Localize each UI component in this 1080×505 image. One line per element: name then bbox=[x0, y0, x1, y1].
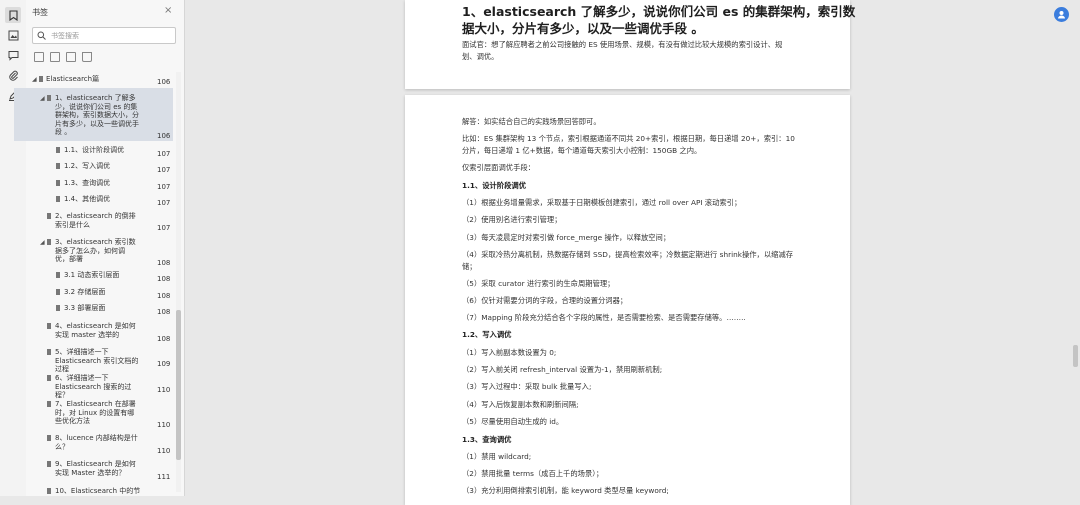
body-text: （2）写入前关闭 refresh_interval 设置为-1，禁用刷新机制; bbox=[462, 365, 663, 374]
search-icon bbox=[37, 31, 46, 40]
body-text: （1）写入前副本数设置为 0; bbox=[462, 348, 557, 357]
page-number: 108 bbox=[157, 259, 171, 267]
collapse-arrow-icon[interactable]: ◢ bbox=[40, 95, 45, 104]
page-number: 108 bbox=[157, 292, 171, 300]
tool-rail bbox=[0, 0, 27, 496]
bookmark-icon bbox=[56, 289, 60, 295]
scrollbar-thumb[interactable] bbox=[176, 310, 181, 460]
section-heading: 1.3、查询调优 bbox=[462, 435, 512, 444]
collapse-arrow-icon[interactable]: ◢ bbox=[40, 239, 45, 248]
bookmark-icon bbox=[56, 196, 60, 202]
bookmark-search-input[interactable]: 书签搜索 bbox=[32, 27, 176, 44]
search-placeholder: 书签搜索 bbox=[51, 32, 79, 40]
bookmark-icon bbox=[56, 305, 60, 311]
page-number: 108 bbox=[157, 335, 171, 343]
intro-text: 划、调优。 bbox=[462, 52, 499, 61]
bookmark-icon bbox=[47, 95, 51, 101]
bookmark-icon bbox=[47, 375, 51, 381]
comment-icon[interactable] bbox=[5, 47, 21, 63]
body-text: （5）采取 curator 进行索引的生命周期管理； bbox=[462, 279, 615, 288]
page-number: 108 bbox=[157, 308, 171, 316]
page-number: 107 bbox=[157, 183, 171, 191]
bookmark-scrollbar[interactable] bbox=[176, 72, 181, 492]
collapse-all-icon[interactable] bbox=[50, 52, 60, 62]
body-text: 比如：ES 集群架构 13 个节点，索引根据通道不同共 20+索引，根据日期，每… bbox=[462, 134, 795, 143]
bookmark-icon bbox=[39, 76, 43, 82]
page-number: 106 bbox=[157, 78, 171, 86]
delete-bookmark-icon[interactable] bbox=[82, 52, 92, 62]
bookmark-icon bbox=[56, 147, 60, 153]
assistant-icon[interactable] bbox=[1054, 7, 1069, 22]
body-text: （4）写入后恢复副本数和刷新间隔; bbox=[462, 400, 579, 409]
body-text: 储； bbox=[462, 262, 477, 271]
bookmark-icon bbox=[47, 488, 51, 494]
body-text: （3）充分利用倒排索引机制，能 keyword 类型尽量 keyword; bbox=[462, 486, 669, 495]
bookmark-icon bbox=[56, 272, 60, 278]
page-number: 110 bbox=[157, 447, 171, 455]
body-text: （3）写入过程中：采取 bulk 批量写入; bbox=[462, 382, 592, 391]
body-text: （2）使用别名进行索引管理； bbox=[462, 215, 562, 224]
bookmark-icon bbox=[47, 239, 51, 245]
section-heading: 1.2、写入调优 bbox=[462, 330, 512, 339]
question-heading: 据大小，分片有多少，以及一些调优手段 。 bbox=[462, 21, 704, 36]
document-scrollbar-thumb[interactable] bbox=[1073, 345, 1078, 367]
body-text: （5）尽量使用自动生成的 id。 bbox=[462, 417, 564, 426]
body-text: （6）仅针对需要分词的字段，合理的设置分词器； bbox=[462, 296, 628, 305]
bookmark-icon bbox=[47, 435, 51, 441]
collapse-arrow-icon[interactable]: ◢ bbox=[32, 76, 37, 85]
panel-title: 书签 bbox=[32, 8, 48, 17]
bookmark-icon bbox=[47, 349, 51, 355]
intro-text: 面试官：想了解应聘者之前公司接触的 ES 使用场景、规模，有没有做过比较大规模的… bbox=[462, 40, 783, 49]
attachment-icon[interactable] bbox=[5, 67, 21, 83]
page-number: 107 bbox=[157, 166, 171, 174]
body-text: （1）禁用 wildcard; bbox=[462, 452, 532, 461]
close-icon[interactable]: × bbox=[164, 5, 172, 16]
page-number: 107 bbox=[157, 199, 171, 207]
bookmark-icon bbox=[47, 461, 51, 467]
page-number: 109 bbox=[157, 360, 171, 368]
thumbnail-icon[interactable] bbox=[5, 27, 21, 43]
body-text: （1）根据业务增量需求，采取基于日期模板创建索引，通过 roll over AP… bbox=[462, 198, 742, 207]
section-heading: 1.1、设计阶段调优 bbox=[462, 181, 527, 190]
body-text: （2）禁用批量 terms（成百上千的场景）； bbox=[462, 469, 604, 478]
bookmark-icon bbox=[56, 163, 60, 169]
page-number: 106 bbox=[157, 132, 171, 140]
page-number: 107 bbox=[157, 224, 171, 232]
page-number: 110 bbox=[157, 421, 171, 429]
body-text: 仅索引层面调优手段： bbox=[462, 163, 535, 172]
bookmark-icon bbox=[47, 213, 51, 219]
body-text: （3）每天凌晨定时对索引做 force_merge 操作，以释放空间； bbox=[462, 233, 671, 242]
page-number: 110 bbox=[157, 386, 171, 394]
body-text: 分片，每日递增 1 亿+数据，每个通道每天索引大小控制：150GB 之内。 bbox=[462, 146, 702, 155]
bookmark-toolbar bbox=[34, 52, 92, 62]
page-number: 108 bbox=[157, 275, 171, 283]
bookmark-icon[interactable] bbox=[5, 7, 21, 23]
bookmark-icon bbox=[47, 401, 51, 407]
page-number: 107 bbox=[157, 150, 171, 158]
page-number: 111 bbox=[157, 473, 171, 481]
expand-all-icon[interactable] bbox=[34, 52, 44, 62]
bookmark-icon bbox=[47, 323, 51, 329]
add-bookmark-icon[interactable] bbox=[66, 52, 76, 62]
body-text: （7）Mapping 阶段充分结合各个字段的属性，是否需要检索、是否需要存储等。… bbox=[462, 313, 746, 322]
bookmark-icon bbox=[56, 180, 60, 186]
body-text: 解答：如实结合自己的实践场景回答即可。 bbox=[462, 117, 601, 126]
body-text: （4）采取冷热分离机制，热数据存储到 SSD，提高检索效率；冷数据定期进行 sh… bbox=[462, 250, 794, 259]
